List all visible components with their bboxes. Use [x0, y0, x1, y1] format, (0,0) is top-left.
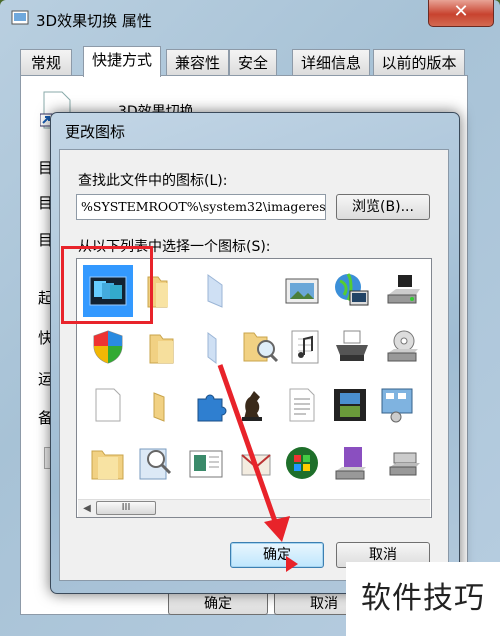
cd-drive-icon: [387, 330, 418, 362]
tab-shortcut[interactable]: 快捷方式: [83, 46, 161, 77]
magnifier-doc-icon: [139, 448, 172, 480]
icon-item-folder-2[interactable]: [137, 321, 187, 373]
folder-blank-icon: [207, 274, 223, 308]
app-icon: [11, 10, 29, 25]
icon-item-printer[interactable]: [327, 321, 377, 373]
tab-security[interactable]: 安全: [229, 49, 277, 75]
document-icon: [95, 388, 121, 422]
tab-previous-versions[interactable]: 以前的版本: [373, 49, 465, 75]
icon-item-magnifier-doc[interactable]: [131, 437, 181, 489]
purple-disc-icon: [335, 447, 366, 480]
icon-item-film[interactable]: [325, 379, 375, 431]
find-icons-label: 查找此文件中的图标(L):: [78, 173, 228, 189]
picture-frame-icon: [285, 278, 319, 304]
highlight-box: [61, 246, 153, 324]
icon-file-path-input[interactable]: %SYSTEMROOT%\system32\imageres: [76, 194, 326, 220]
scroll-thumb[interactable]: III: [96, 501, 156, 515]
close-button[interactable]: ✕: [428, 0, 494, 27]
icon-item-cd-drive[interactable]: [379, 321, 429, 373]
dialog-title: 更改图标: [65, 123, 126, 141]
icon-item-folder-4[interactable]: [83, 437, 133, 489]
control-panel-icon: [381, 388, 413, 423]
window-title: 3D效果切换 属性: [36, 12, 152, 30]
folder-icon: [149, 334, 174, 364]
icon-item-usb-drive[interactable]: [379, 437, 429, 489]
icon-item-folder-blank[interactable]: [189, 265, 239, 317]
network-globe-icon: [335, 273, 369, 306]
icon-item-control-panel[interactable]: [373, 379, 423, 431]
folder-icon: [91, 450, 124, 480]
scroll-left-icon[interactable]: ◀: [80, 502, 94, 515]
icon-item-drive[interactable]: [379, 265, 429, 317]
shield-icon: [93, 330, 123, 364]
icon-item-purple-disc[interactable]: [327, 437, 377, 489]
printer-icon: [336, 330, 368, 361]
icon-item-document[interactable]: [83, 379, 133, 431]
pointer-arrow-icon: [217, 364, 298, 572]
usb-drive-icon: [389, 452, 420, 476]
icon-item-folder-3[interactable]: [137, 379, 187, 431]
properties-ok-button[interactable]: 确定: [168, 591, 268, 615]
icon-item-network[interactable]: [327, 265, 377, 317]
tab-general[interactable]: 常规: [20, 49, 72, 75]
folder-icon: [153, 392, 165, 422]
icon-item-shield[interactable]: [83, 321, 133, 373]
watermark: 软件技巧: [346, 562, 500, 636]
browse-button[interactable]: 浏览(B)...: [336, 194, 430, 220]
drive-icon: [387, 275, 420, 304]
icon-item-picture-frame[interactable]: [277, 265, 327, 317]
tab-compatibility[interactable]: 兼容性: [166, 49, 229, 75]
film-icon: [334, 389, 366, 421]
tab-details[interactable]: 详细信息: [292, 49, 370, 75]
